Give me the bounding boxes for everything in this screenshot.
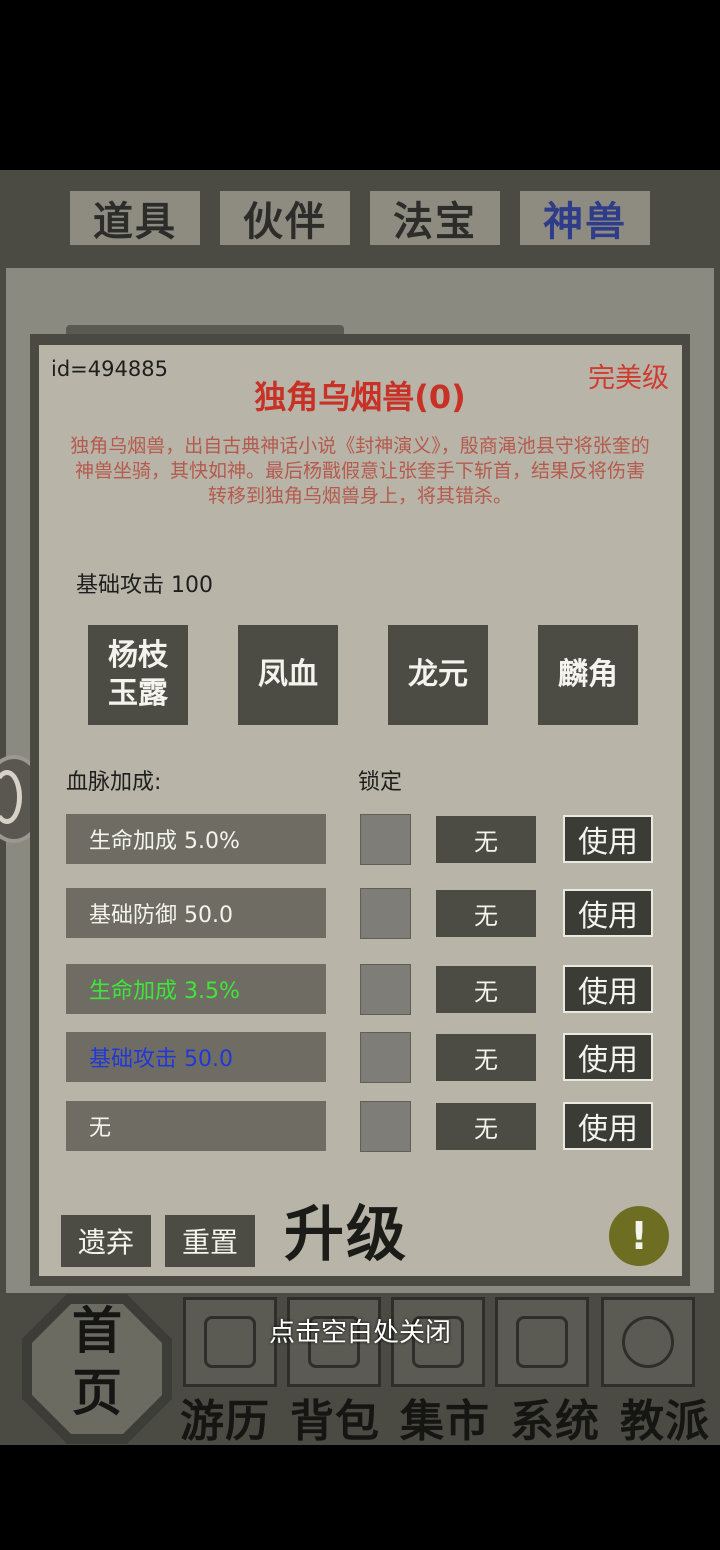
nav-sect[interactable]: 教派	[620, 1385, 710, 1449]
slot-button-4[interactable]: 无	[436, 1034, 536, 1081]
lock-checkbox-3[interactable]	[360, 964, 411, 1015]
use-button-4[interactable]: 使用	[563, 1033, 653, 1081]
pet-name: 独角乌烟兽(0)	[254, 378, 466, 416]
nav-bag[interactable]: 背包	[290, 1385, 380, 1449]
tab-partners[interactable]: 伙伴	[220, 191, 350, 245]
use-button-1[interactable]: 使用	[563, 815, 653, 863]
pet-description: 独角乌烟兽，出自古典神话小说《封神演义》，殷商渑池县守将张奎的神兽坐骑，其快如神…	[70, 435, 650, 507]
lock-checkbox-2[interactable]	[360, 888, 411, 939]
skill-slot-3[interactable]: 龙元	[388, 625, 488, 725]
tab-beasts[interactable]: 神兽	[520, 191, 650, 245]
bloodline-attr-3: 生命加成 3.5%	[66, 964, 326, 1014]
upgrade-button[interactable]: 升级	[284, 1186, 408, 1273]
attr-text: 基础攻击 50.0	[89, 1047, 233, 1072]
attr-text: 生命加成 5.0%	[89, 829, 240, 854]
lock-checkbox-4[interactable]	[360, 1032, 411, 1083]
bloodline-attr-2: 基础防御 50.0	[66, 888, 326, 938]
slot-button-1[interactable]: 无	[436, 816, 536, 863]
skill-slot-4[interactable]: 麟角	[538, 625, 638, 725]
reset-button[interactable]: 重置	[165, 1215, 255, 1267]
nav-labels: 游历 背包 集市 系统 教派	[180, 1385, 710, 1449]
skill-label: 龙元	[408, 657, 468, 692]
lock-checkbox-5[interactable]	[360, 1101, 411, 1152]
use-button-2[interactable]: 使用	[563, 889, 653, 937]
slot-button-3[interactable]: 无	[436, 966, 536, 1013]
nav-market[interactable]: 集市	[400, 1385, 490, 1449]
use-button-3[interactable]: 使用	[563, 965, 653, 1013]
skill-label: 杨枝玉露	[108, 638, 168, 711]
skill-slot-1[interactable]: 杨枝玉露	[88, 625, 188, 725]
discard-button[interactable]: 遗弃	[61, 1215, 151, 1267]
attr-text: 生命加成 3.5%	[89, 979, 240, 1004]
slot-button-5[interactable]: 无	[436, 1103, 536, 1150]
attr-text: 无	[89, 1116, 112, 1141]
tab-items[interactable]: 道具	[70, 191, 200, 245]
skill-label: 麟角	[558, 657, 618, 692]
bloodline-attr-4: 基础攻击 50.0	[66, 1032, 326, 1082]
bloodline-attr-5: 无	[66, 1101, 326, 1151]
warning-icon[interactable]: !	[609, 1206, 669, 1266]
skill-label: 凤血	[258, 657, 318, 692]
slot-button-2[interactable]: 无	[436, 890, 536, 937]
base-attack: 基础攻击 100	[76, 573, 213, 598]
skill-slot-2[interactable]: 凤血	[238, 625, 338, 725]
nav-travel[interactable]: 游历	[180, 1385, 270, 1449]
close-hint: 点击空白处关闭	[268, 1318, 451, 1348]
tab-treasures[interactable]: 法宝	[370, 191, 500, 245]
lock-label: 锁定	[358, 770, 403, 795]
lock-checkbox-1[interactable]	[360, 814, 411, 865]
bloodline-attr-1: 生命加成 5.0%	[66, 814, 326, 864]
attr-text: 基础防御 50.0	[89, 903, 233, 928]
nav-system[interactable]: 系统	[510, 1385, 600, 1449]
use-button-5[interactable]: 使用	[563, 1102, 653, 1150]
bloodline-label: 血脉加成:	[66, 770, 162, 795]
